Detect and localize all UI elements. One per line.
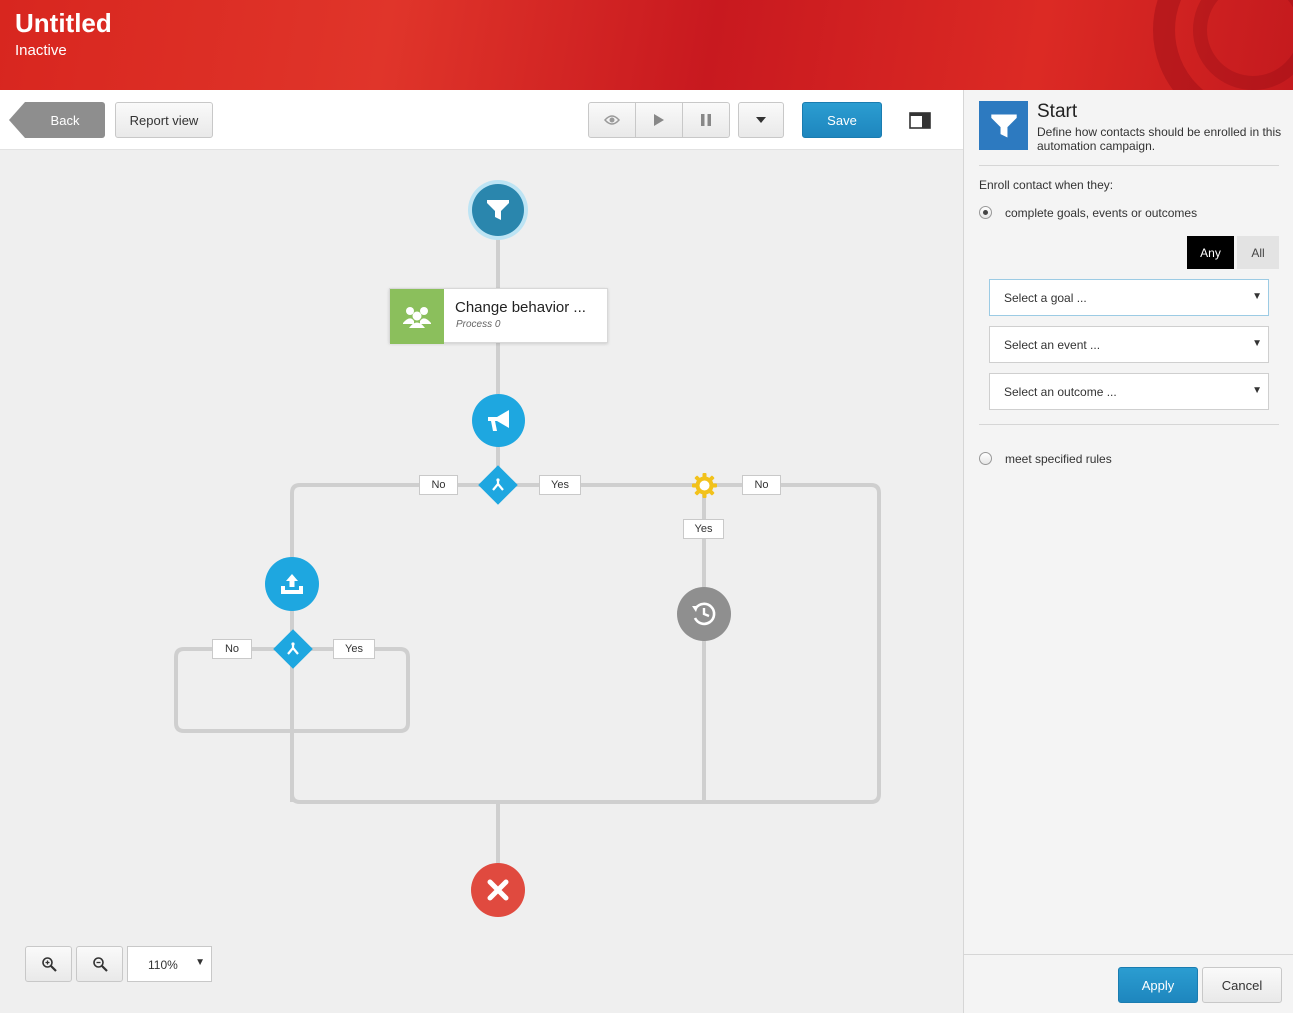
any-toggle[interactable]: Any [1187,236,1234,269]
enroll-label: Enroll contact when they: [979,178,1114,192]
users-icon [403,306,431,328]
apply-button[interactable]: Apply [1118,967,1198,1003]
zoom-out-icon [92,957,108,972]
radio-specified-rules[interactable] [979,452,992,465]
side-panel-icon [909,112,931,129]
process-card[interactable]: Change behavior ... Process 0 [389,288,608,344]
radio-goals-label: complete goals, events or outcomes [1005,206,1198,220]
gear-icon [692,473,717,498]
properties-panel: Start Define how contacts should be enro… [963,90,1293,1013]
split-icon [484,471,512,499]
divider [979,165,1279,166]
more-options-button[interactable] [738,102,784,138]
chevron-down-icon [756,117,766,123]
event-select[interactable]: Select an event ... ▼ [989,326,1269,363]
start-node[interactable] [468,180,528,240]
upload-node[interactable] [265,557,319,611]
event-select-value: Select an event ... [1004,338,1101,352]
timer-icon [692,602,716,626]
funnel-icon [487,200,509,220]
goal-select[interactable]: Select a goal ... ▼ [989,279,1269,316]
save-button[interactable]: Save [802,102,882,138]
end-node[interactable] [471,863,525,917]
zoom-in-button[interactable] [25,946,72,982]
campaign-title: Untitled [15,8,112,38]
chevron-down-icon: ▼ [1252,338,1262,349]
branch-label-yes: Yes [683,519,724,539]
playback-controls [588,102,730,138]
back-button[interactable]: Back [9,102,105,138]
report-view-button[interactable]: Report view [115,102,213,138]
chevron-down-icon: ▼ [195,957,205,968]
branch-label-no: No [742,475,781,495]
process-name: Change behavior ... [455,299,586,316]
trigger-node[interactable] [691,472,718,499]
campaign-status: Inactive [15,42,67,59]
chevron-down-icon: ▼ [1252,385,1262,396]
pause-button[interactable] [683,103,729,137]
flow-canvas[interactable]: Change behavior ... Process 0 No Yes No … [0,151,963,1013]
preview-button[interactable] [589,103,636,137]
goal-select-value: Select a goal ... [1004,291,1087,305]
branch-label-yes: Yes [539,475,581,495]
wait-node[interactable] [677,587,731,641]
zoom-in-icon [41,957,57,972]
play-icon [654,114,664,126]
back-button-label: Back [25,102,105,138]
panel-description: Define how contacts should be enrolled i… [1037,125,1282,153]
zoom-level-value: 110% [148,958,178,972]
back-arrow-icon [9,102,25,138]
start-node-inner [472,184,524,236]
close-icon [487,879,509,901]
outcome-select[interactable]: Select an outcome ... ▼ [989,373,1269,410]
panel-title: Start [1037,101,1078,122]
radio-goals-events-outcomes[interactable] [979,206,992,219]
page-header: Untitled Inactive [0,0,1293,90]
outcome-select-value: Select an outcome ... [1004,385,1117,399]
divider [979,424,1279,425]
process-subtitle: Process 0 [456,319,501,330]
branch-label-no: No [212,639,252,659]
radio-rules-label: meet specified rules [1005,452,1112,466]
play-button[interactable] [636,103,683,137]
process-icon-area [390,289,444,344]
pause-icon [701,114,711,126]
zoom-out-button[interactable] [76,946,123,982]
send-message-node[interactable] [472,394,525,447]
all-toggle[interactable]: All [1237,236,1279,269]
funnel-icon [990,113,1017,138]
cancel-button[interactable]: Cancel [1202,967,1282,1003]
toggle-panel-button[interactable] [909,112,931,129]
branch-label-yes: Yes [333,639,375,659]
chevron-down-icon: ▼ [1252,291,1262,302]
panel-footer: Apply Cancel [964,954,1293,1013]
zoom-level-select[interactable]: 110% ▼ [127,946,212,982]
toolbar: Back Report view Save [0,90,963,150]
megaphone-icon [487,409,509,431]
split-icon [279,635,307,663]
upload-icon [281,574,303,594]
branch-label-no: No [419,475,458,495]
start-panel-icon [979,101,1028,150]
eye-icon [604,115,620,125]
